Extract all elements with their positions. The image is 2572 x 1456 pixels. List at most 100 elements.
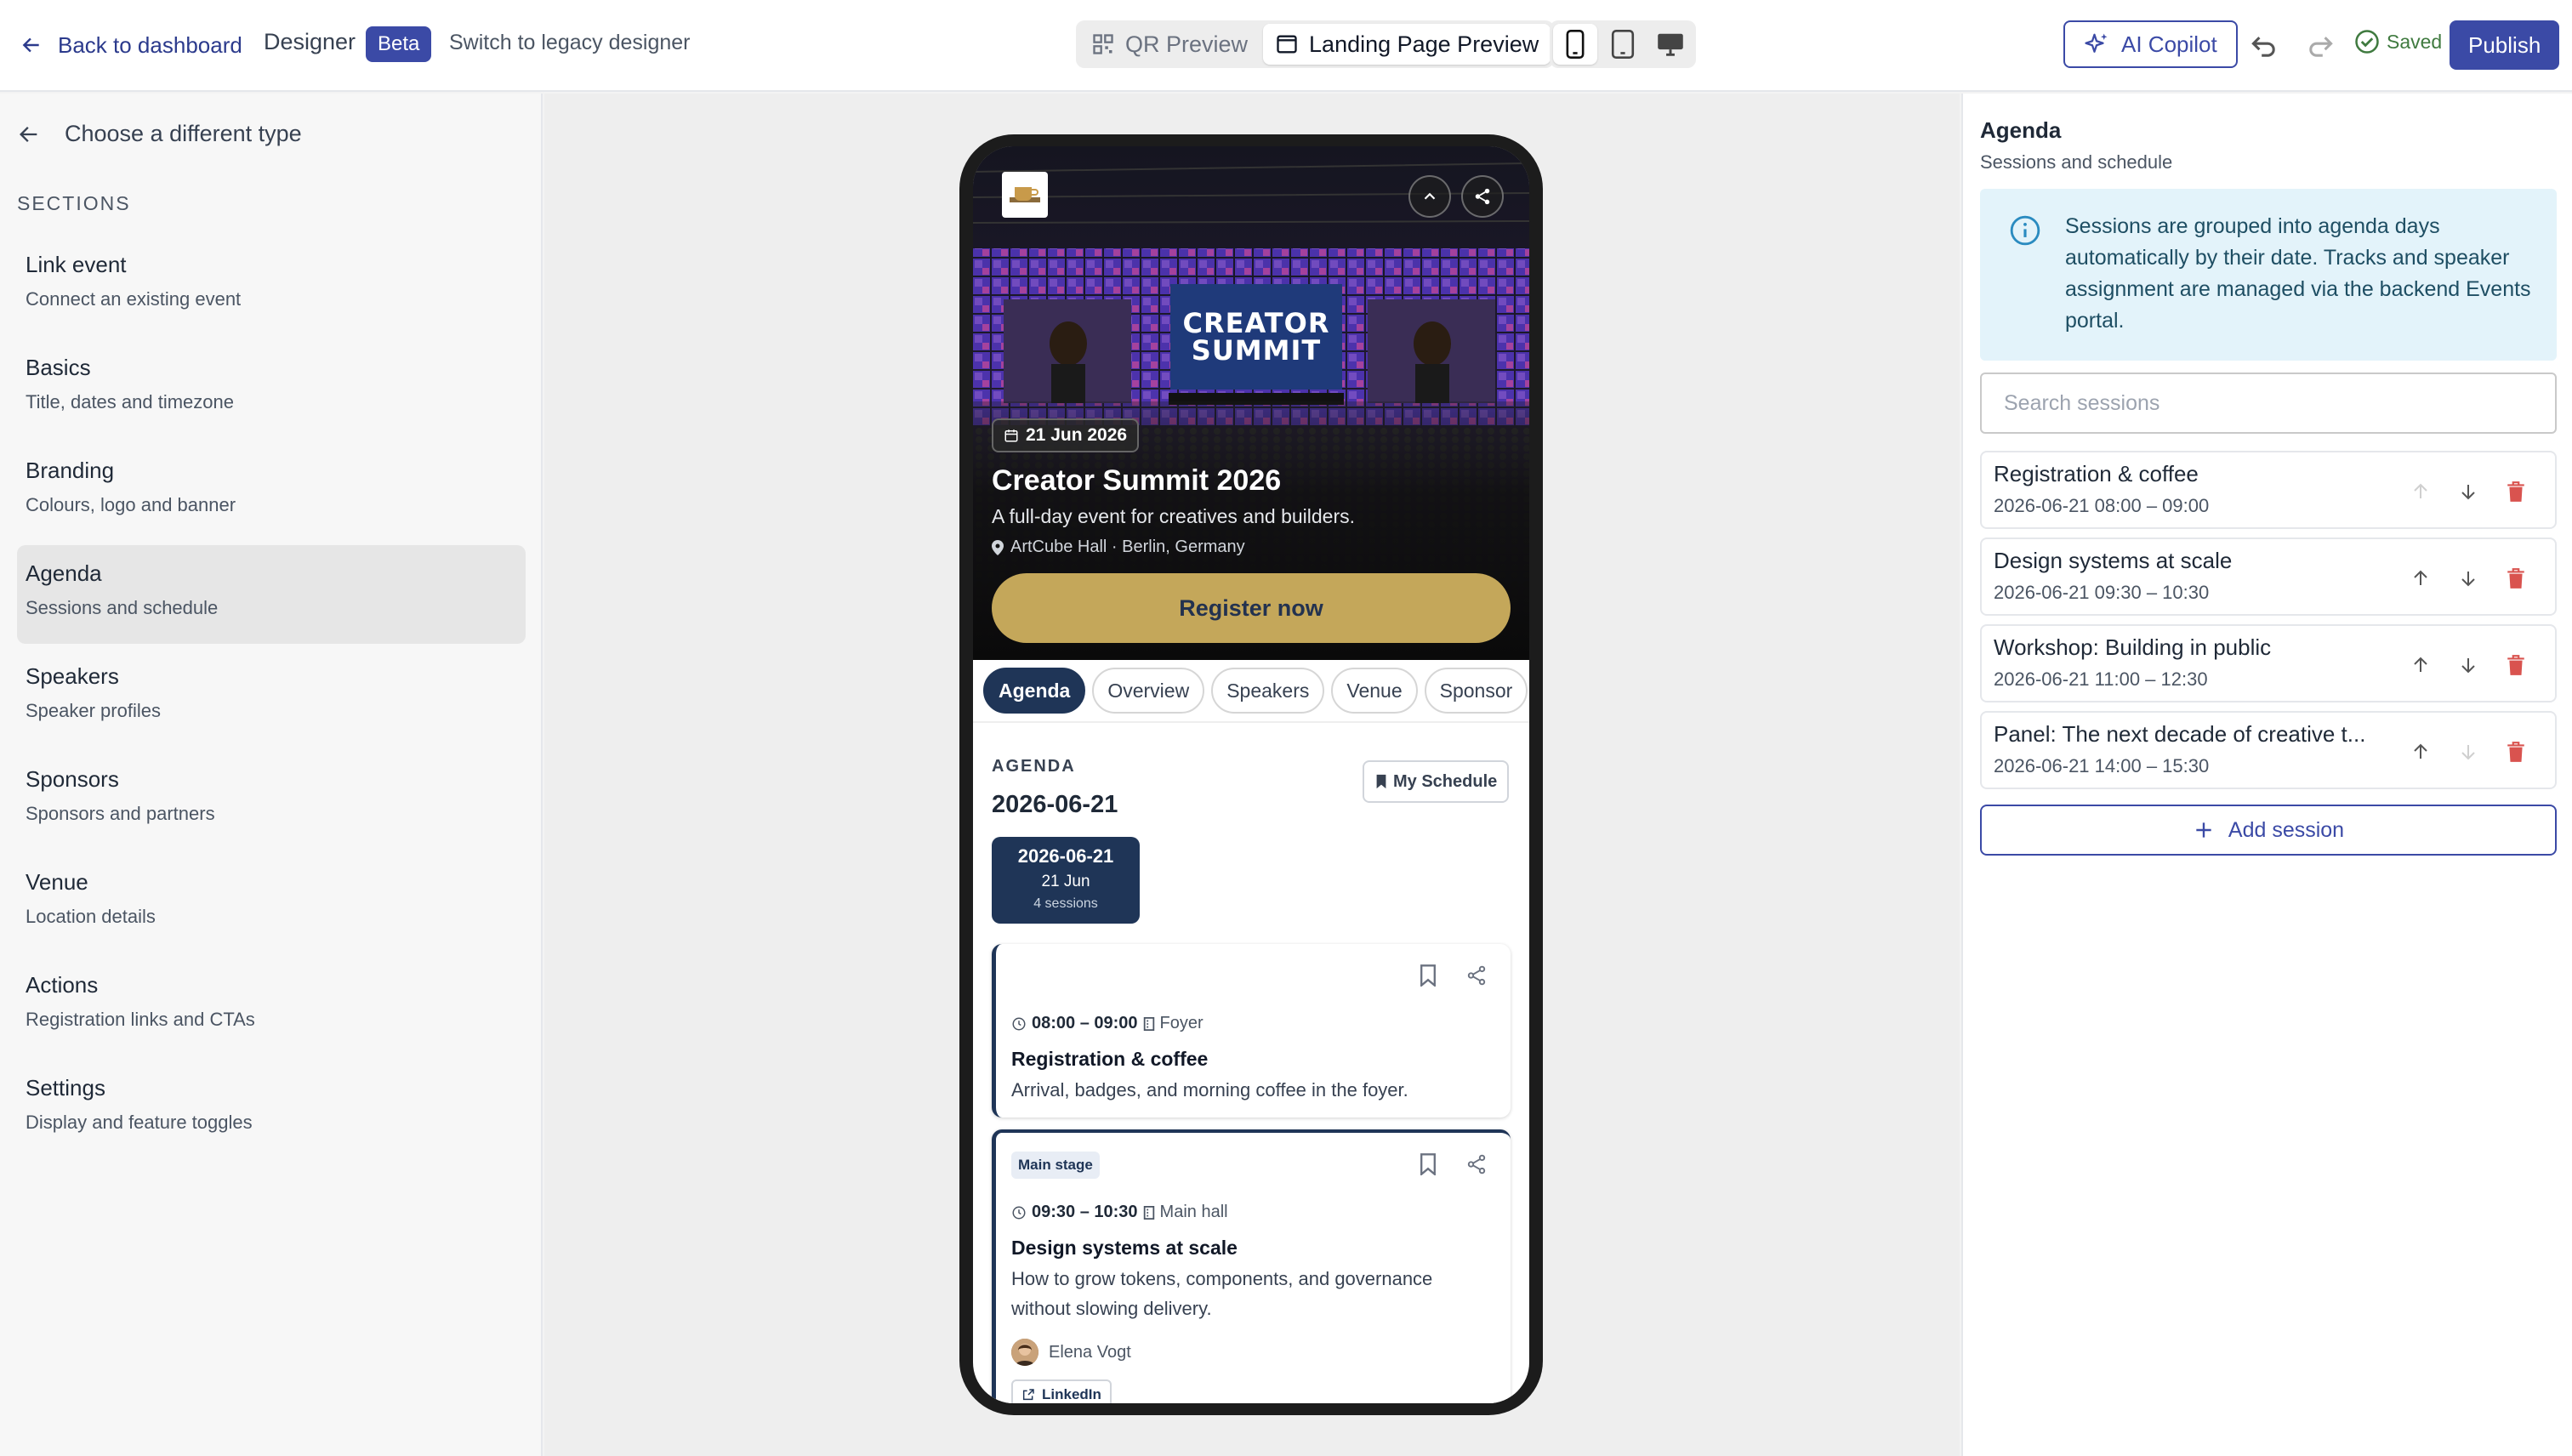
search-sessions-input[interactable] (1980, 373, 2557, 434)
sidebar-item-speakers[interactable]: Speakers Speaker profiles (17, 648, 526, 747)
nav-subtitle: Speaker profiles (26, 700, 161, 721)
move-down-button[interactable] (2451, 735, 2485, 769)
share-icon (1475, 188, 1490, 205)
arrow-left-icon (22, 37, 39, 53)
session-description: How to grow tokens, components, and gove… (1011, 1268, 1433, 1319)
tab-landing-page-preview[interactable]: Landing Page Preview (1263, 24, 1551, 65)
arrow-up-icon (2414, 657, 2427, 672)
sidebar-item-basics[interactable]: Basics Title, dates and timezone (17, 339, 526, 438)
arrow-down-icon (2461, 745, 2475, 760)
choose-different-type-link[interactable]: Choose a different type (17, 121, 302, 147)
move-down-button[interactable] (2451, 561, 2485, 595)
qr-icon (1093, 34, 1113, 54)
agenda-day-card[interactable]: 2026-06-21 21 Jun 4 sessions (992, 837, 1140, 924)
session-speaker: Elena Vogt (1011, 1339, 1131, 1366)
linkedin-link[interactable]: LinkedIn (1011, 1379, 1112, 1403)
tablet-device-button[interactable] (1601, 24, 1645, 65)
share-button[interactable] (1465, 964, 1488, 987)
pin-icon (992, 539, 1004, 555)
sections-list: Link event Connect an existing event Basi… (17, 236, 526, 1163)
nav-subtitle: Connect an existing event (26, 288, 242, 310)
sidebar-item-actions[interactable]: Actions Registration links and CTAs (17, 957, 526, 1055)
session-card[interactable]: Main stage 09:30 – 10:30 Main hall Desig… (992, 1129, 1511, 1403)
bookmark-button[interactable] (1418, 964, 1438, 987)
tab-overview[interactable]: Overview (1092, 668, 1205, 714)
delete-button[interactable] (2499, 648, 2533, 682)
calendar-icon (1004, 429, 1018, 442)
event-location: ArtCube Hall · Berlin, Germany (992, 537, 1245, 557)
move-down-button[interactable] (2451, 648, 2485, 682)
tab-sponsor[interactable]: Sponsor (1424, 668, 1528, 714)
agenda-editor-panel: Agenda Sessions and schedule Sessions ar… (1961, 94, 2572, 1456)
share-button[interactable] (1461, 175, 1504, 218)
copilot-label: AI Copilot (2121, 31, 2217, 57)
collapse-button[interactable] (1408, 175, 1451, 218)
top-bar: Back to dashboard Designer Beta Switch t… (0, 0, 2572, 92)
sidebar-item-agenda[interactable]: Agenda Sessions and schedule (17, 545, 526, 644)
switch-legacy-link[interactable]: Switch to legacy designer (449, 31, 690, 55)
delete-button[interactable] (2499, 475, 2533, 509)
tab-label: Landing Page Preview (1309, 31, 1539, 57)
nav-title: Venue (26, 869, 88, 895)
session-row-time: 2026-06-21 09:30 – 10:30 (1994, 582, 2210, 603)
session-row-name: Design systems at scale (1994, 548, 2233, 573)
back-to-dashboard-link[interactable]: Back to dashboard (20, 26, 242, 65)
tab-agenda[interactable]: Agenda (983, 668, 1086, 714)
beta-badge: Beta (366, 26, 432, 62)
phone-icon (1566, 30, 1585, 59)
speaker-name: Elena Vogt (1049, 1342, 1131, 1362)
session-card[interactable]: 08:00 – 09:00 Foyer Registration & coffe… (992, 944, 1511, 1118)
sidebar-item-link-event[interactable]: Link event Connect an existing event (17, 236, 526, 335)
move-up-button[interactable] (2404, 648, 2438, 682)
window-icon (1277, 35, 1297, 54)
add-session-button[interactable]: Add session (1980, 805, 2557, 856)
session-row[interactable]: Workshop: Building in public 2026-06-21 … (1980, 624, 2557, 702)
sidebar-item-branding[interactable]: Branding Colours, logo and banner (17, 442, 526, 541)
tab-qr-preview[interactable]: QR Preview (1079, 24, 1260, 65)
nav-title: Sponsors (26, 766, 119, 792)
saved-label: Saved (2387, 30, 2443, 53)
nav-subtitle: Title, dates and timezone (26, 391, 234, 412)
share-icon (1467, 965, 1486, 986)
my-schedule-button[interactable]: My Schedule (1363, 760, 1510, 803)
nav-title: Agenda (26, 560, 102, 586)
tab-venue[interactable]: Venue (1331, 668, 1418, 714)
move-up-button[interactable] (2404, 475, 2438, 509)
publish-button[interactable]: Publish (2450, 20, 2560, 70)
delete-button[interactable] (2499, 561, 2533, 595)
undo-icon (2251, 37, 2275, 57)
tablet-icon (1611, 30, 1635, 59)
session-row[interactable]: Design systems at scale 2026-06-21 09:30… (1980, 537, 2557, 616)
ai-copilot-button[interactable]: AI Copilot (2063, 20, 2238, 68)
sidebar-item-sponsors[interactable]: Sponsors Sponsors and partners (17, 751, 526, 850)
share-button[interactable] (1465, 1153, 1488, 1175)
sidebar-item-venue[interactable]: Venue Location details (17, 854, 526, 953)
session-row[interactable]: Panel: The next decade of creative t... … (1980, 711, 2557, 789)
bookmark-icon (1376, 774, 1386, 789)
tab-speakers[interactable]: Speakers (1211, 668, 1325, 714)
phone-screen[interactable]: CREATOR SUMMIT 21 Jun 2026 Creator Summi… (973, 146, 1529, 1403)
undo-button[interactable] (2245, 27, 2283, 65)
move-up-button[interactable] (2404, 561, 2438, 595)
phone-device-button[interactable] (1553, 24, 1597, 65)
my-schedule-label: My Schedule (1393, 771, 1498, 791)
move-up-button[interactable] (2404, 735, 2438, 769)
move-down-button[interactable] (2451, 475, 2485, 509)
tab-label: QR Preview (1125, 31, 1249, 57)
avatar (1011, 1339, 1038, 1366)
preview-mode-tabs: QR Preview Landing Page Preview (1076, 20, 1555, 68)
track-badge: Main stage (1011, 1152, 1100, 1179)
arrow-down-icon (2461, 658, 2475, 674)
nav-title: Speakers (26, 663, 119, 689)
arrow-down-icon (2461, 485, 2475, 500)
bookmark-button[interactable] (1418, 1153, 1438, 1175)
redo-button[interactable] (2302, 27, 2339, 65)
sidebar-item-settings[interactable]: Settings Display and feature toggles (17, 1060, 526, 1158)
session-title: Design systems at scale (1011, 1237, 1238, 1259)
desktop-device-button[interactable] (1648, 24, 1693, 65)
nav-subtitle: Sponsors and partners (26, 803, 215, 824)
register-now-button[interactable]: Register now (992, 573, 1511, 643)
session-row[interactable]: Registration & coffee 2026-06-21 08:00 –… (1980, 451, 2557, 529)
delete-button[interactable] (2499, 735, 2533, 769)
event-logo (1002, 172, 1048, 218)
